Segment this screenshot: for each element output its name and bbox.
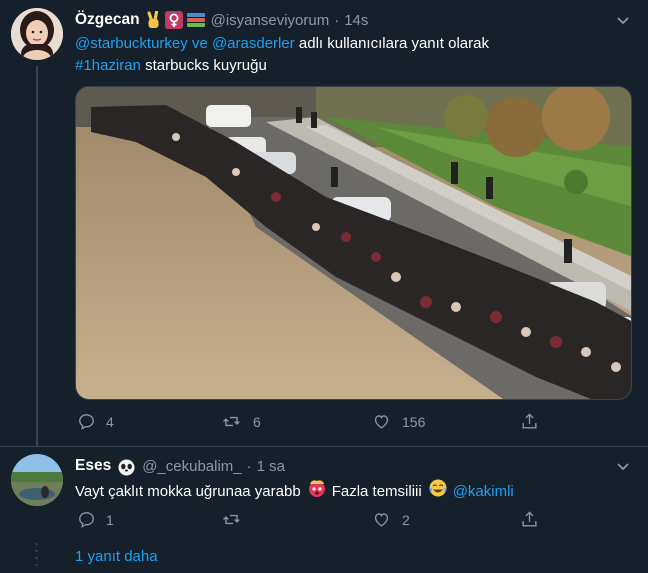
reply-count: 1 <box>106 511 114 528</box>
books-icon <box>186 12 205 28</box>
tweet-header: Eses @_cekubalim_ · 1 sa <box>75 455 285 477</box>
like-count: 156 <box>402 413 426 430</box>
share-icon <box>522 511 537 527</box>
avatar[interactable] <box>11 8 63 60</box>
exploding-face-icon <box>307 478 327 505</box>
share-button[interactable] <box>520 412 539 431</box>
handle[interactable]: @isyanseviyorum <box>211 12 330 29</box>
reply-context: @starbuckturkey ve @arasderler adlı kull… <box>75 33 489 55</box>
tweet-text-content: starbucks kuyruğu <box>145 57 267 74</box>
divider <box>0 446 648 447</box>
avatar-image <box>11 8 63 60</box>
timestamp[interactable]: 14s <box>344 12 368 29</box>
reply-and: ve <box>191 35 208 52</box>
share-icon <box>522 413 537 429</box>
reply-button[interactable]: 1 <box>77 510 114 529</box>
reply-button[interactable]: 4 <box>77 412 114 431</box>
like-button[interactable]: 2 <box>372 510 410 529</box>
panda-face-icon <box>117 457 136 476</box>
show-more-replies-link[interactable]: 1 yanıt daha <box>75 548 158 565</box>
like-count: 2 <box>402 511 410 528</box>
tweet-header: Özgecan @isyanseviyorum · 14s <box>75 9 368 31</box>
avatar-image <box>11 454 63 506</box>
reply-icon <box>79 512 94 528</box>
reply-icon <box>79 414 94 430</box>
female-sign-icon <box>164 11 183 29</box>
tweet-text-part-1: Vayt çaklıt mokka uğrunaa yarabb <box>75 482 301 500</box>
thread-line <box>36 66 38 446</box>
thread-dots <box>35 540 38 568</box>
retweet-count: 6 <box>253 413 261 430</box>
more-options-chevron-icon[interactable] <box>614 457 632 475</box>
victory-hand-icon <box>145 11 162 29</box>
tweet-text: #1haziran starbucks kuyruğu <box>75 55 267 77</box>
separator: · <box>246 457 252 475</box>
retweet-button[interactable]: 6 <box>222 412 261 431</box>
mention-kakimli[interactable]: @kakimli <box>453 481 514 503</box>
tears-of-joy-face-icon <box>428 478 448 505</box>
mention-arasderler[interactable]: @arasderler <box>212 35 295 52</box>
tweet-text-part-2: Fazla temsiliii <box>331 482 422 500</box>
hashtag-link[interactable]: #1haziran <box>75 57 141 74</box>
mention-starbuckturkey[interactable]: @starbuckturkey <box>75 35 188 52</box>
separator: · <box>334 11 340 29</box>
more-options-chevron-icon[interactable] <box>614 11 632 29</box>
heart-icon <box>374 415 389 429</box>
reply-suffix: adlı kullanıcılara yanıt olarak <box>298 35 489 52</box>
retweet-icon <box>223 416 240 427</box>
timestamp[interactable]: 1 sa <box>257 458 285 475</box>
display-name[interactable]: Özgecan <box>75 11 140 29</box>
tweet-text: Vayt çaklıt mokka uğrunaa yarabb Fazla t… <box>75 478 514 505</box>
handle[interactable]: @_cekubalim_ <box>142 458 241 475</box>
queue-photo-illustration <box>76 87 631 399</box>
retweet-icon <box>223 514 240 525</box>
avatar[interactable] <box>11 454 63 506</box>
heart-icon <box>374 513 389 527</box>
share-button[interactable] <box>520 510 539 529</box>
tweet-photo[interactable] <box>75 86 632 400</box>
like-button[interactable]: 156 <box>372 412 425 431</box>
retweet-button[interactable] <box>222 510 253 529</box>
display-name[interactable]: Eses <box>75 457 111 475</box>
reply-count: 4 <box>106 413 114 430</box>
